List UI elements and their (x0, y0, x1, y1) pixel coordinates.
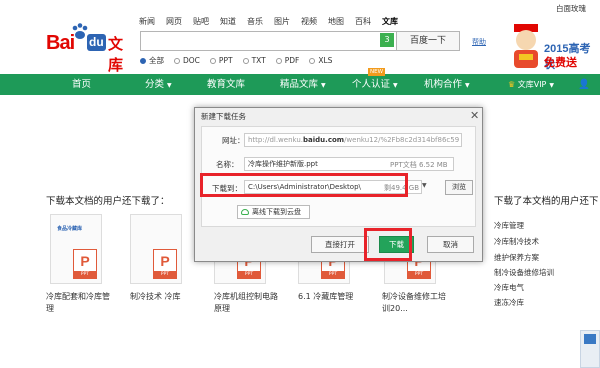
filetype-radio-all[interactable]: 全部 (140, 55, 164, 66)
url-field[interactable]: http://dl.wenku.baidu.com/wenku12/%2Fb8c… (244, 133, 462, 147)
path-dropdown-icon[interactable]: ▼ (422, 182, 427, 189)
radio-icon (275, 57, 282, 64)
related-link[interactable]: 维护保养方案 (494, 252, 539, 263)
file-type-filter: 全部 DOC PPT TXT PDF XLS (140, 55, 342, 66)
related-link[interactable]: 速冻冷库 (494, 297, 524, 308)
product-link[interactable]: 百科 (355, 16, 371, 27)
user-link[interactable]: 白面玫瑰 (556, 3, 586, 14)
nav-institution[interactable]: 机构合作 ▼ (424, 74, 470, 95)
product-link[interactable]: 地图 (328, 16, 344, 27)
radio-icon (174, 57, 180, 64)
url-label: 网址： (222, 136, 245, 145)
doc-title-link[interactable]: 制冷技术 冷库 (130, 291, 196, 303)
doc-thumbnail[interactable]: PPPT (130, 214, 182, 284)
offline-cloud-button[interactable]: 离线下载到云盘 (237, 205, 310, 219)
nav-premium[interactable]: 精品文库 ▼ (280, 74, 326, 95)
vip-crown-icon: ♛ (508, 80, 516, 89)
ppt-file-icon: PPPT (153, 249, 177, 279)
user-icon: 👤 (578, 79, 590, 90)
nav-home[interactable]: 首页 (72, 74, 91, 95)
search-count-badge: 3 (380, 33, 394, 47)
feedback-icon (584, 334, 596, 344)
gaokao-promo-banner[interactable]: 2015高考状 免费送 (500, 14, 600, 72)
nav-education[interactable]: 教育文库 (207, 74, 245, 95)
thumb-caption: 食品冷藏库 (57, 226, 83, 232)
nav-vip[interactable]: ♛ 文库VIP ▼ (508, 74, 554, 95)
product-link[interactable]: 贴吧 (193, 16, 209, 27)
name-label: 名称： (216, 160, 239, 169)
doc-thumbnail[interactable]: 食品冷藏库 P PPT (50, 214, 102, 284)
search-button[interactable]: 百度一下 (396, 31, 460, 51)
dialog-title: 新建下载任务 (201, 112, 246, 121)
doc-title-link[interactable]: 6.1 冷藏库管理 (298, 291, 364, 303)
search-input[interactable] (140, 31, 396, 51)
browse-button[interactable]: 浏览 (445, 180, 473, 195)
radio-icon (309, 57, 316, 64)
doc-title-link[interactable]: 冷库机组控制电路原理 (214, 291, 280, 315)
caret-down-icon: ▼ (321, 82, 326, 89)
nav-certification[interactable]: 个人认证 ▼ (352, 74, 398, 95)
filetype-radio-ppt[interactable]: PPT (209, 55, 233, 66)
caret-down-icon: ▼ (549, 82, 554, 89)
mascot-icon (514, 24, 538, 68)
logo-du-text: du (87, 34, 106, 51)
product-link[interactable]: 视频 (301, 16, 317, 27)
radio-icon (209, 57, 216, 64)
caret-down-icon: ▼ (393, 82, 398, 89)
logo-wenku-text: 文库 (108, 35, 124, 74)
nav-category[interactable]: 分类 ▼ (145, 74, 172, 95)
doc-title-link[interactable]: 制冷设备维修工培训20... (382, 291, 448, 315)
baidu-wenku-logo[interactable]: Bai du 文库 (46, 23, 136, 74)
close-icon[interactable]: ✕ (470, 109, 479, 122)
product-link[interactable]: 知道 (220, 16, 236, 27)
doc-title-link[interactable]: 冷库配套和冷库管理 (46, 291, 112, 315)
caret-down-icon: ▼ (167, 82, 172, 89)
cancel-button[interactable]: 取消 (427, 236, 474, 253)
related-link[interactable]: 制冷设备维修培训 (494, 267, 554, 278)
file-meta: PPT文档 6.52 MB (390, 161, 448, 169)
filetype-radio-xls[interactable]: XLS (309, 55, 332, 66)
user-menu[interactable]: 👤 (578, 74, 590, 95)
side-float-widget[interactable] (580, 330, 600, 368)
product-link[interactable]: 图片 (274, 16, 290, 27)
radio-icon (242, 57, 249, 64)
related-link[interactable]: 冷库制冷技术 (494, 236, 539, 247)
radio-selected-icon (140, 57, 146, 64)
help-link[interactable]: 帮助 (472, 37, 486, 47)
product-link[interactable]: 音乐 (247, 16, 263, 27)
download-highlight-box (364, 228, 412, 261)
also-downloaded-title: 下载本文档的用户还下载了： (46, 196, 170, 207)
related-link[interactable]: 冷库管理 (494, 220, 524, 231)
filetype-radio-pdf[interactable]: PDF (275, 55, 299, 66)
filetype-radio-doc[interactable]: DOC (174, 55, 200, 66)
filetype-radio-txt[interactable]: TXT (242, 55, 266, 66)
product-link[interactable]: 新闻 (139, 16, 155, 27)
product-links: 新闻 网页 贴吧 知道 音乐 图片 视频 地图 百科 文库 (139, 16, 409, 27)
related-link[interactable]: 冷库电气 (494, 282, 524, 293)
product-link-active[interactable]: 文库 (382, 16, 398, 27)
related-title: 下载了本文档的用户还下 (494, 196, 599, 207)
path-highlight-box (200, 173, 408, 197)
caret-down-icon: ▼ (465, 82, 470, 89)
promo-subtitle: 免费送 (544, 56, 577, 69)
new-badge: NEW (368, 68, 386, 76)
ppt-file-icon: PPPT (73, 249, 97, 279)
cloud-icon (241, 209, 249, 215)
main-nav: 首页 分类 ▼ 教育文库 精品文库 ▼ 个人认证 ▼ 机构合作 ▼ ♛ 文库VIP ▼ 👤 (0, 74, 600, 95)
open-directly-button[interactable]: 直接打开 (311, 236, 369, 253)
product-link[interactable]: 网页 (166, 16, 182, 27)
